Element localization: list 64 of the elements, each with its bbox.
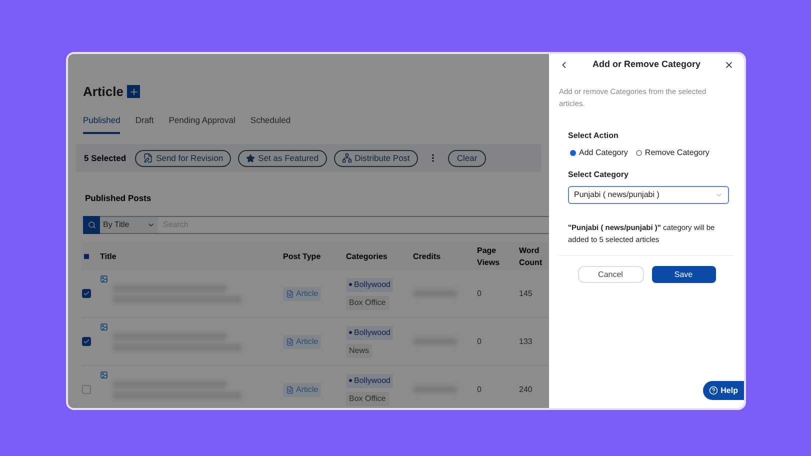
column-header: Word Count [519,244,544,268]
cancel-button[interactable]: Cancel [578,266,644,283]
add-button[interactable] [127,85,140,98]
row-checkbox[interactable] [82,385,91,394]
column-header: Post Type [283,250,322,262]
chevron-down-icon [715,191,723,199]
column-header: Categories [346,250,388,262]
action-label: Select Action [568,130,620,142]
post-type-tag: Article [283,286,322,300]
panel-title: Add or Remove Category [592,58,701,72]
check-icon [83,290,90,297]
action-button[interactable]: Send for Revision [135,150,232,167]
edit-icon [143,153,154,164]
save-button[interactable]: Save [652,266,716,283]
subcategory-tag: News [346,344,372,358]
tab[interactable]: Pending Approval [168,114,236,134]
column-header: Page Views [477,244,501,268]
action-button[interactable]: Set as Featured [238,150,327,167]
check-icon [83,338,90,345]
action-button[interactable]: Distribute Post [334,150,418,167]
word-count: 133 [519,336,534,348]
radio-option[interactable]: Add Category [570,147,628,159]
row-checkbox[interactable] [82,289,91,298]
search-button[interactable] [83,216,100,234]
subcategory-tag: Box Office [346,392,389,406]
category-label: Select Category [568,169,630,181]
image-icon [100,370,108,378]
document-icon [286,290,294,298]
column-header: Credits [413,250,442,262]
page-views: 0 [477,336,482,348]
document-icon [286,386,294,394]
tab[interactable]: Scheduled [250,114,291,134]
page-title: Article [83,83,124,101]
page-views: 0 [477,384,482,396]
image-icon [100,274,108,282]
word-count: 240 [519,384,534,396]
filter-dropdown[interactable]: By Title [100,216,158,234]
category-tag: Bollywood [346,326,394,340]
close-icon[interactable] [724,60,734,70]
category-tag: Bollywood [346,374,394,388]
network-icon [342,153,352,164]
page-views: 0 [477,288,482,300]
post-type-tag: Article [283,334,322,348]
chevron-down-icon [147,221,155,229]
section-title: Published Posts [84,192,152,205]
tab[interactable]: Published [83,114,120,134]
row-checkbox[interactable] [82,337,91,346]
post-type-tag: Article [283,382,322,396]
column-header: Title [100,250,118,262]
subcategory-tag: Box Office [346,296,389,310]
help-icon [708,386,718,395]
search-icon [88,221,96,229]
star-icon [246,154,256,163]
category-select[interactable]: Punjabi ( news/punjabi ) [568,186,729,204]
tab[interactable]: Draft [135,114,154,134]
word-count: 145 [519,288,534,300]
document-icon [286,338,294,346]
selected-count: 5 Selected [84,152,126,165]
help-button[interactable]: Help [702,381,744,400]
radio-option[interactable]: Remove Category [636,147,710,159]
image-icon [100,322,108,330]
plus-icon [128,86,139,97]
clear-button[interactable]: Clear [448,150,486,167]
category-tag: Bollywood [346,278,394,292]
